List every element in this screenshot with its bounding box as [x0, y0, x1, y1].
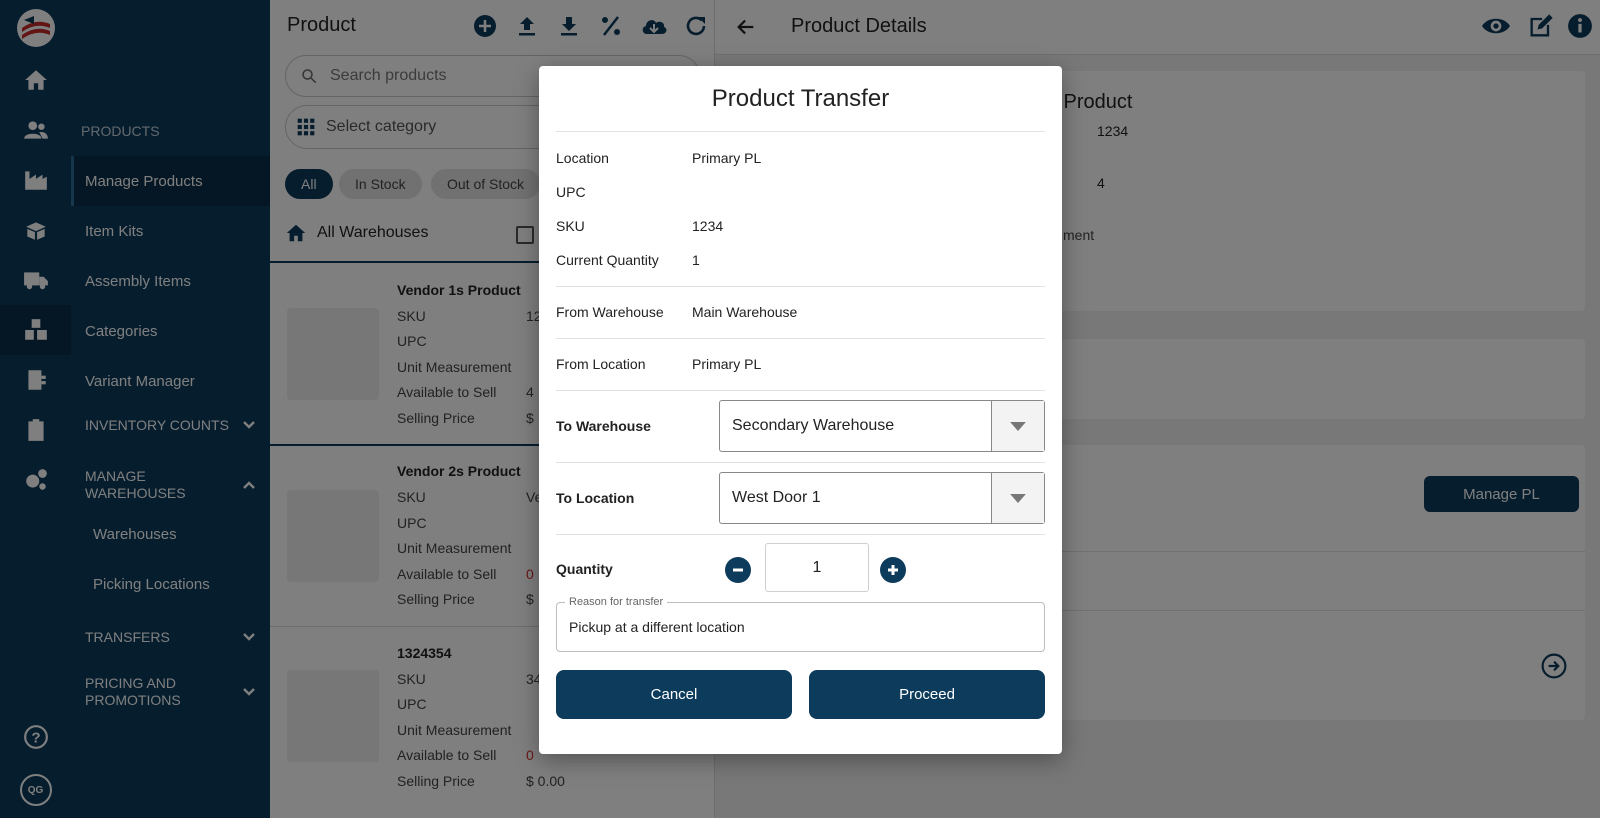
- divider: [556, 131, 1045, 132]
- quantity-label: Quantity: [556, 561, 613, 577]
- reason-value: Pickup at a different location: [569, 619, 745, 635]
- cancel-button[interactable]: Cancel: [556, 670, 792, 719]
- to-warehouse-select[interactable]: Secondary Warehouse: [719, 400, 1045, 452]
- current-quantity-value: 1: [692, 252, 700, 268]
- plus-icon: [888, 565, 898, 575]
- to-location-label: To Location: [556, 490, 635, 506]
- divider: [556, 534, 1045, 535]
- caret-down-icon: [991, 401, 1044, 451]
- to-warehouse-label: To Warehouse: [556, 418, 651, 434]
- to-location-select[interactable]: West Door 1: [719, 472, 1045, 524]
- location-label: Location: [556, 150, 609, 166]
- decrement-button[interactable]: [725, 557, 751, 583]
- to-location-value: West Door 1: [732, 489, 821, 506]
- from-location-value: Primary PL: [692, 356, 762, 372]
- sku-label: SKU: [556, 218, 585, 234]
- from-warehouse-label: From Warehouse: [556, 304, 664, 320]
- quantity-stepper[interactable]: 1: [765, 543, 869, 592]
- proceed-button[interactable]: Proceed: [809, 670, 1045, 719]
- caret-down-icon: [991, 473, 1044, 523]
- product-transfer-modal: Product Transfer Location Primary PL UPC…: [539, 66, 1062, 754]
- modal-title: Product Transfer: [711, 85, 890, 112]
- location-value: Primary PL: [692, 150, 762, 166]
- divider: [556, 338, 1045, 339]
- reason-label: Reason for transfer: [565, 596, 668, 608]
- increment-button[interactable]: [880, 557, 906, 583]
- reason-field[interactable]: Reason for transfer Pickup at a differen…: [556, 596, 1045, 652]
- from-warehouse-value: Main Warehouse: [692, 304, 798, 320]
- to-warehouse-value: Secondary Warehouse: [732, 417, 895, 434]
- current-quantity-label: Current Quantity: [556, 252, 659, 268]
- divider: [556, 462, 1045, 463]
- minus-icon: [733, 568, 743, 572]
- from-location-label: From Location: [556, 356, 646, 372]
- divider: [556, 390, 1045, 391]
- upc-label: UPC: [556, 184, 586, 200]
- divider: [556, 286, 1045, 287]
- sku-value: 1234: [692, 218, 724, 234]
